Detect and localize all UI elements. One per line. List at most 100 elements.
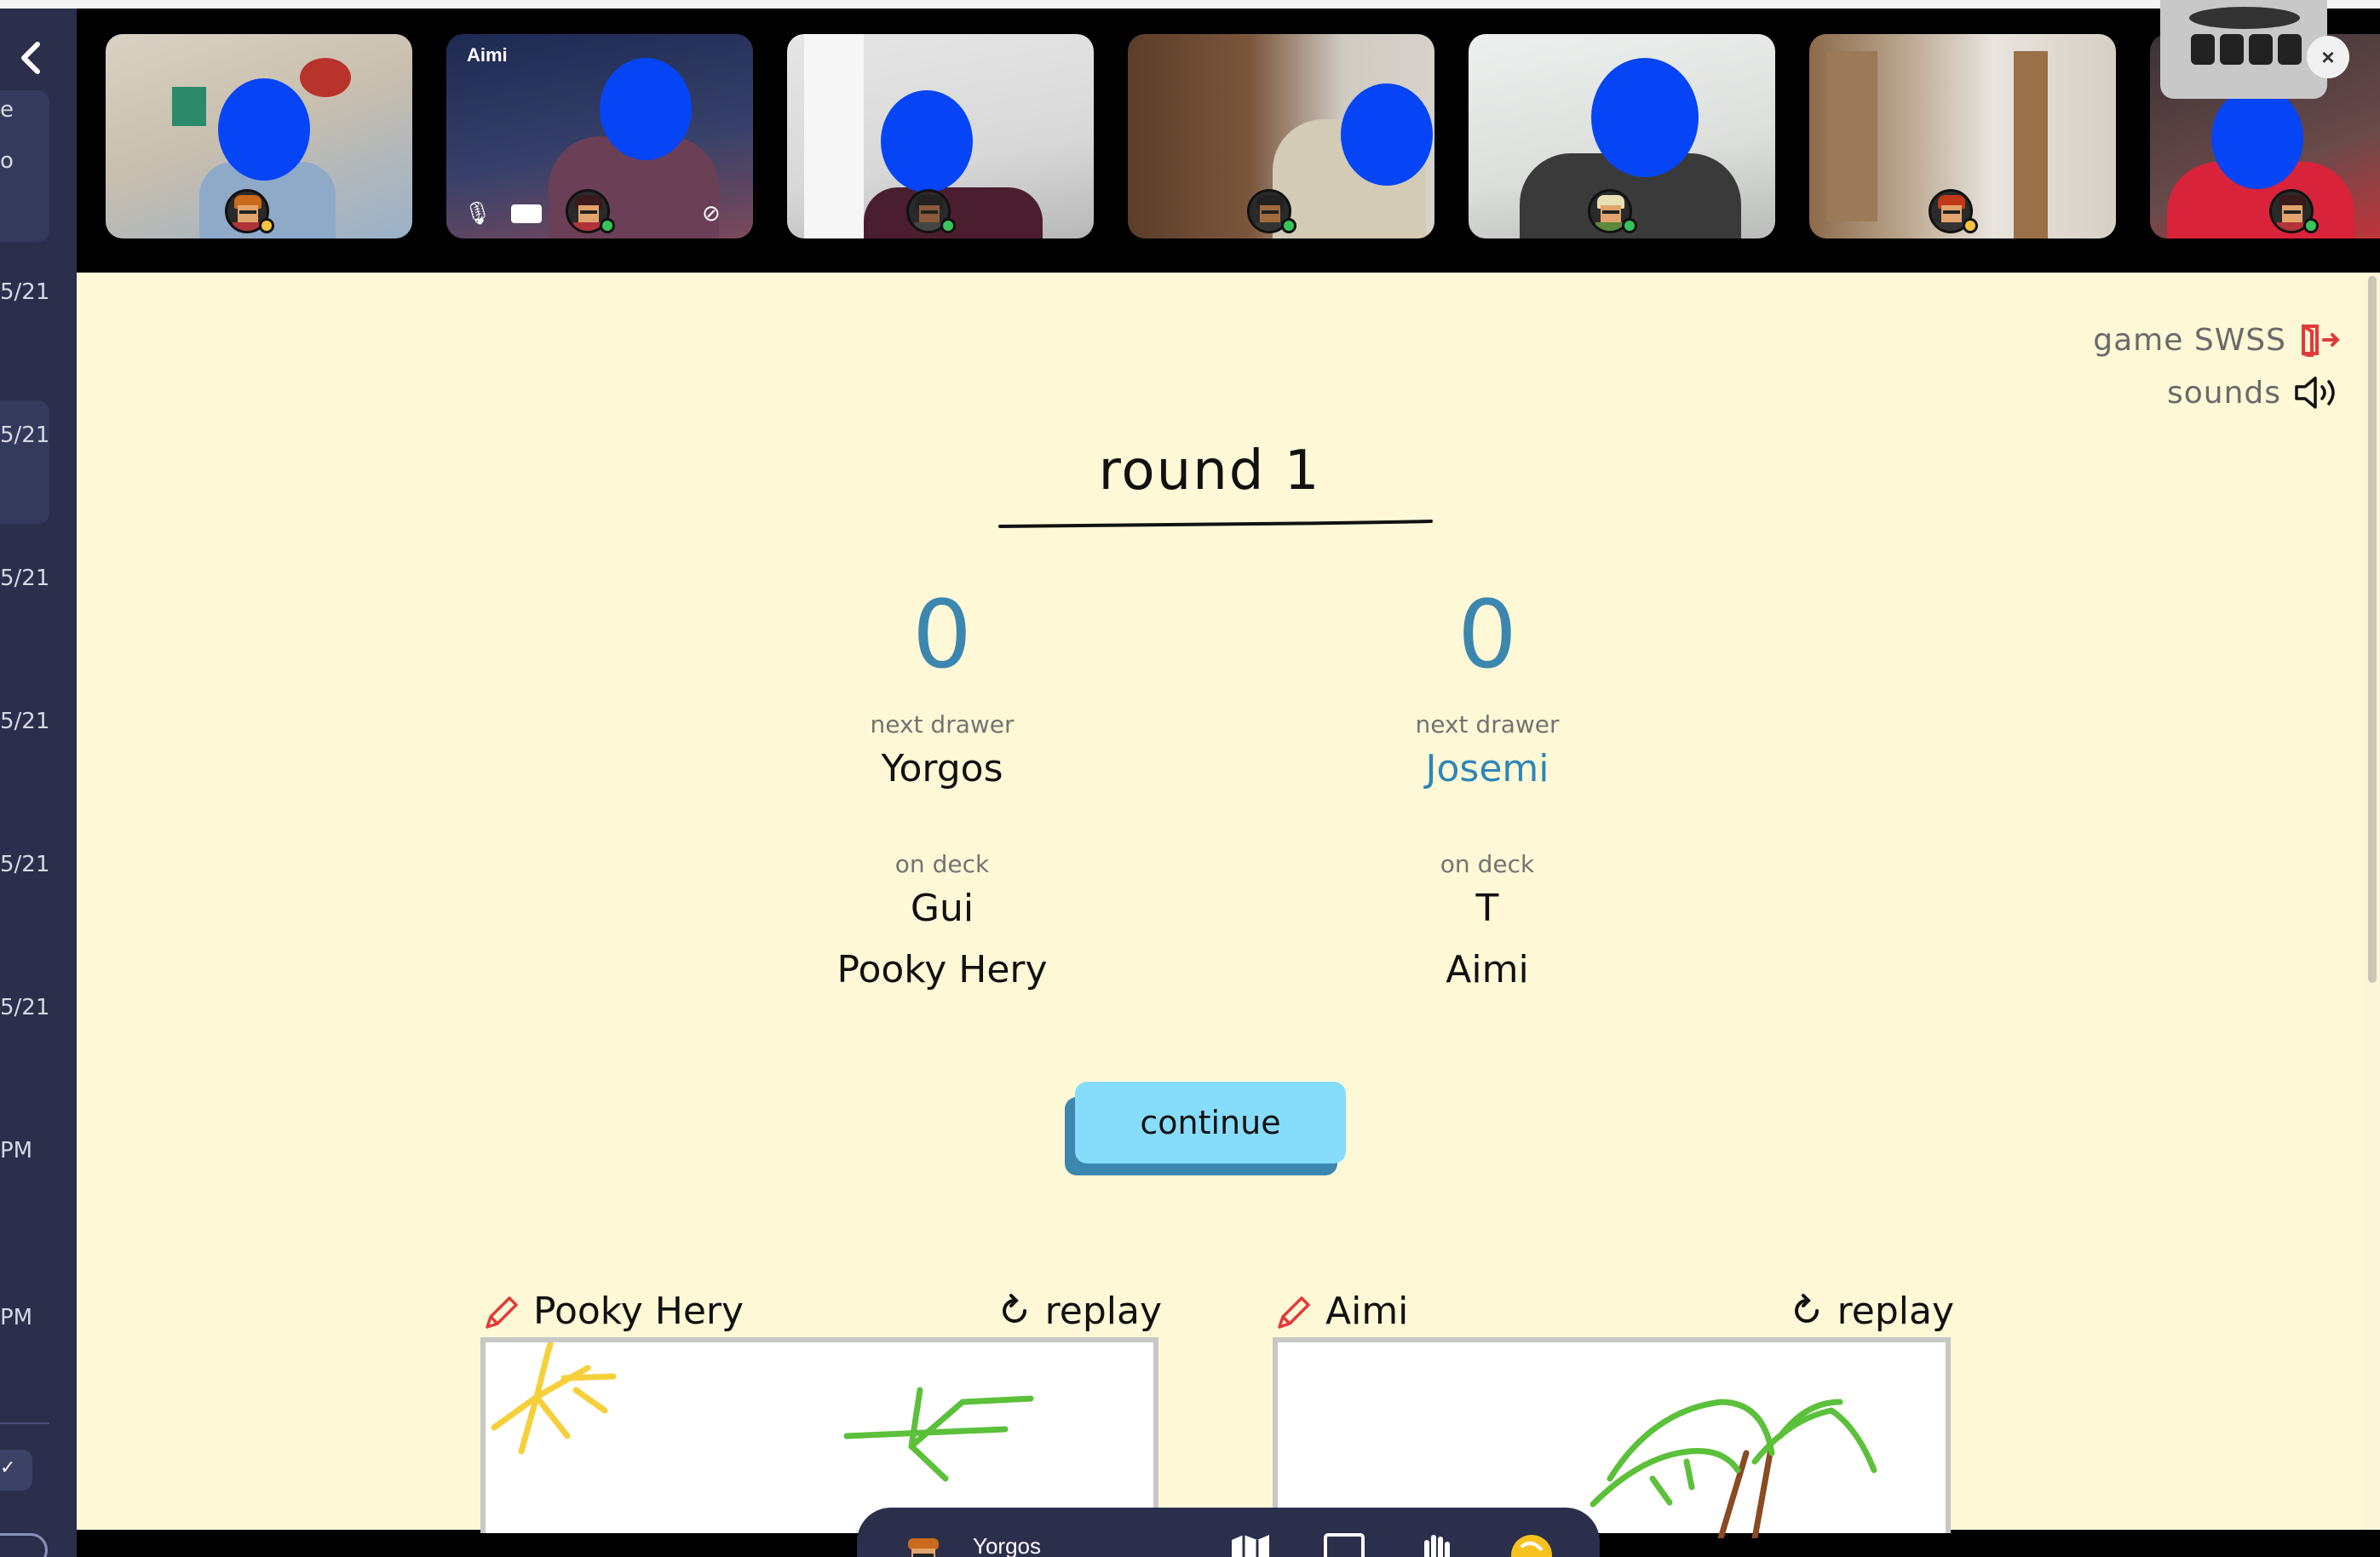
on-deck-player: Gui	[910, 887, 974, 930]
team-score: 0	[912, 580, 972, 689]
sidebar-item-date: 5/21	[0, 566, 50, 591]
drawing-canvas	[1273, 1337, 1951, 1542]
replay-button[interactable]: replay	[997, 1290, 1162, 1333]
sidebar-divider	[0, 1422, 49, 1424]
sidebar-toggle[interactable]	[0, 1533, 48, 1557]
sidebar-item-highlighted[interactable]	[0, 400, 49, 525]
game-area: game SWSS sounds round 1 0 next drawer Y…	[77, 273, 2365, 1542]
sidebar: e o 5/21 5/21 5/21 5/21 5/21 5/21 PM PM …	[0, 9, 77, 1557]
continue-button-wrap: continue	[1065, 1082, 1354, 1175]
on-deck-player: T	[1475, 887, 1499, 930]
drawing-card: Aimi replay	[1273, 1278, 1954, 1346]
status-dot	[940, 218, 956, 233]
door-frame	[2014, 51, 2048, 238]
sidebar-item-date: 5/21	[0, 279, 50, 305]
sidebar-item-text: o	[0, 148, 14, 174]
window-curtain	[804, 34, 864, 238]
screen-share-icon[interactable]	[1322, 1531, 1366, 1557]
microphone-icon[interactable]: 🎙	[463, 200, 492, 227]
speaker-icon	[2295, 376, 2335, 409]
video-strip: Aimi 🎙 ⊘	[77, 9, 2380, 273]
round-title: round 1	[1098, 440, 1321, 503]
replay-button[interactable]: replay	[1790, 1290, 1954, 1333]
on-deck-player: Pooky Hery	[836, 948, 1048, 991]
title-underline	[998, 520, 1433, 528]
video-tile[interactable]: Aimi 🎙 ⊘	[446, 34, 753, 238]
sidebar-item-date: 5/21	[0, 995, 50, 1020]
emoji-reaction-icon[interactable]	[1509, 1531, 1554, 1557]
sidebar-item-date: 5/21	[0, 852, 50, 877]
exit-door-icon	[2302, 325, 2340, 357]
team-left: 0 next drawer Yorgos on deck Gui Pooky H…	[763, 579, 1121, 1001]
drawing-card: Pooky Hery replay	[480, 1278, 1162, 1346]
check-icon: ✓	[0, 1456, 16, 1478]
back-chevron-icon[interactable]	[15, 41, 46, 75]
next-drawer-name: Josemi	[1425, 747, 1549, 790]
sounds-label: sounds	[2166, 375, 2281, 411]
blurred-face	[2211, 87, 2303, 189]
video-tile[interactable]	[1469, 34, 1775, 238]
sounds-toggle[interactable]: sounds	[2093, 366, 2343, 419]
user-avatar[interactable]	[900, 1535, 947, 1557]
video-tile[interactable]	[1809, 34, 2116, 238]
host-avatar-box[interactable]	[2160, 0, 2327, 99]
drawing-header: Pooky Hery replay	[480, 1278, 1162, 1346]
replay-icon	[1794, 1293, 1819, 1323]
blurred-face	[881, 90, 973, 192]
top-strip	[0, 0, 2380, 9]
status-dot	[1281, 218, 1296, 233]
map-icon[interactable]	[1228, 1531, 1273, 1557]
video-tile[interactable]	[787, 34, 1094, 238]
check-button[interactable]: ✓	[0, 1450, 32, 1491]
pencil-icon	[1278, 1296, 1310, 1329]
drawing-header: Aimi replay	[1273, 1278, 1954, 1346]
status-dot	[2303, 218, 2319, 233]
game-exit-link[interactable]: game SWSS	[2093, 313, 2343, 366]
on-deck-label: on deck	[894, 850, 990, 878]
wall-hat	[300, 58, 351, 97]
replay-label: replay	[1044, 1290, 1162, 1333]
video-tile[interactable]	[106, 34, 412, 238]
drawing-canvas	[480, 1337, 1158, 1533]
next-drawer-name: Yorgos	[881, 747, 1003, 790]
raise-hand-icon[interactable]	[1416, 1531, 1460, 1557]
blurred-face	[600, 58, 692, 160]
game-options: game SWSS sounds	[2093, 313, 2343, 419]
user-name: Yorgos	[973, 1533, 1041, 1557]
status-dot	[1963, 218, 1978, 233]
artist-name: Pooky Hery	[533, 1290, 744, 1333]
sidebar-item-time: PM	[0, 1305, 33, 1330]
sunglasses-icon	[2191, 34, 2302, 65]
replay-label: replay	[1837, 1290, 1954, 1333]
sidebar-item-time: PM	[0, 1138, 33, 1163]
game-label: game SWSS	[2093, 322, 2286, 358]
on-deck-player: Aimi	[1446, 948, 1529, 991]
close-icon[interactable]: ×	[2307, 36, 2349, 78]
replay-icon	[1002, 1293, 1026, 1323]
video-tile[interactable]	[1128, 34, 1434, 238]
block-icon[interactable]: ⊘	[702, 200, 721, 227]
hat-icon	[2189, 7, 2300, 29]
scrollbar[interactable]	[2365, 273, 2380, 1530]
bottom-toolbar: Yorgos	[857, 1508, 1600, 1557]
sidebar-item-date: 5/21	[0, 422, 50, 448]
camera-icon[interactable]	[511, 204, 542, 223]
continue-button[interactable]: continue	[1075, 1082, 1346, 1163]
artist-name: Aimi	[1325, 1290, 1409, 1333]
status-dot	[259, 218, 274, 233]
wall-poster	[172, 87, 206, 126]
team-right: 0 next drawer Josemi on deck T Aimi	[1308, 579, 1666, 1001]
blurred-face	[218, 78, 310, 181]
next-drawer-label: next drawer	[1415, 710, 1560, 738]
status-dot	[1622, 218, 1637, 233]
on-deck-label: on deck	[1440, 850, 1535, 878]
status-dot	[600, 218, 615, 233]
sidebar-item-text: e	[0, 97, 14, 123]
scrollbar-thumb[interactable]	[2368, 276, 2377, 983]
door-frame	[1826, 51, 1877, 221]
team-score: 0	[1457, 580, 1517, 689]
blurred-face	[1591, 58, 1699, 177]
participant-name: Aimi	[467, 44, 508, 66]
sidebar-item-date: 5/21	[0, 709, 50, 734]
blurred-face	[1341, 83, 1433, 186]
